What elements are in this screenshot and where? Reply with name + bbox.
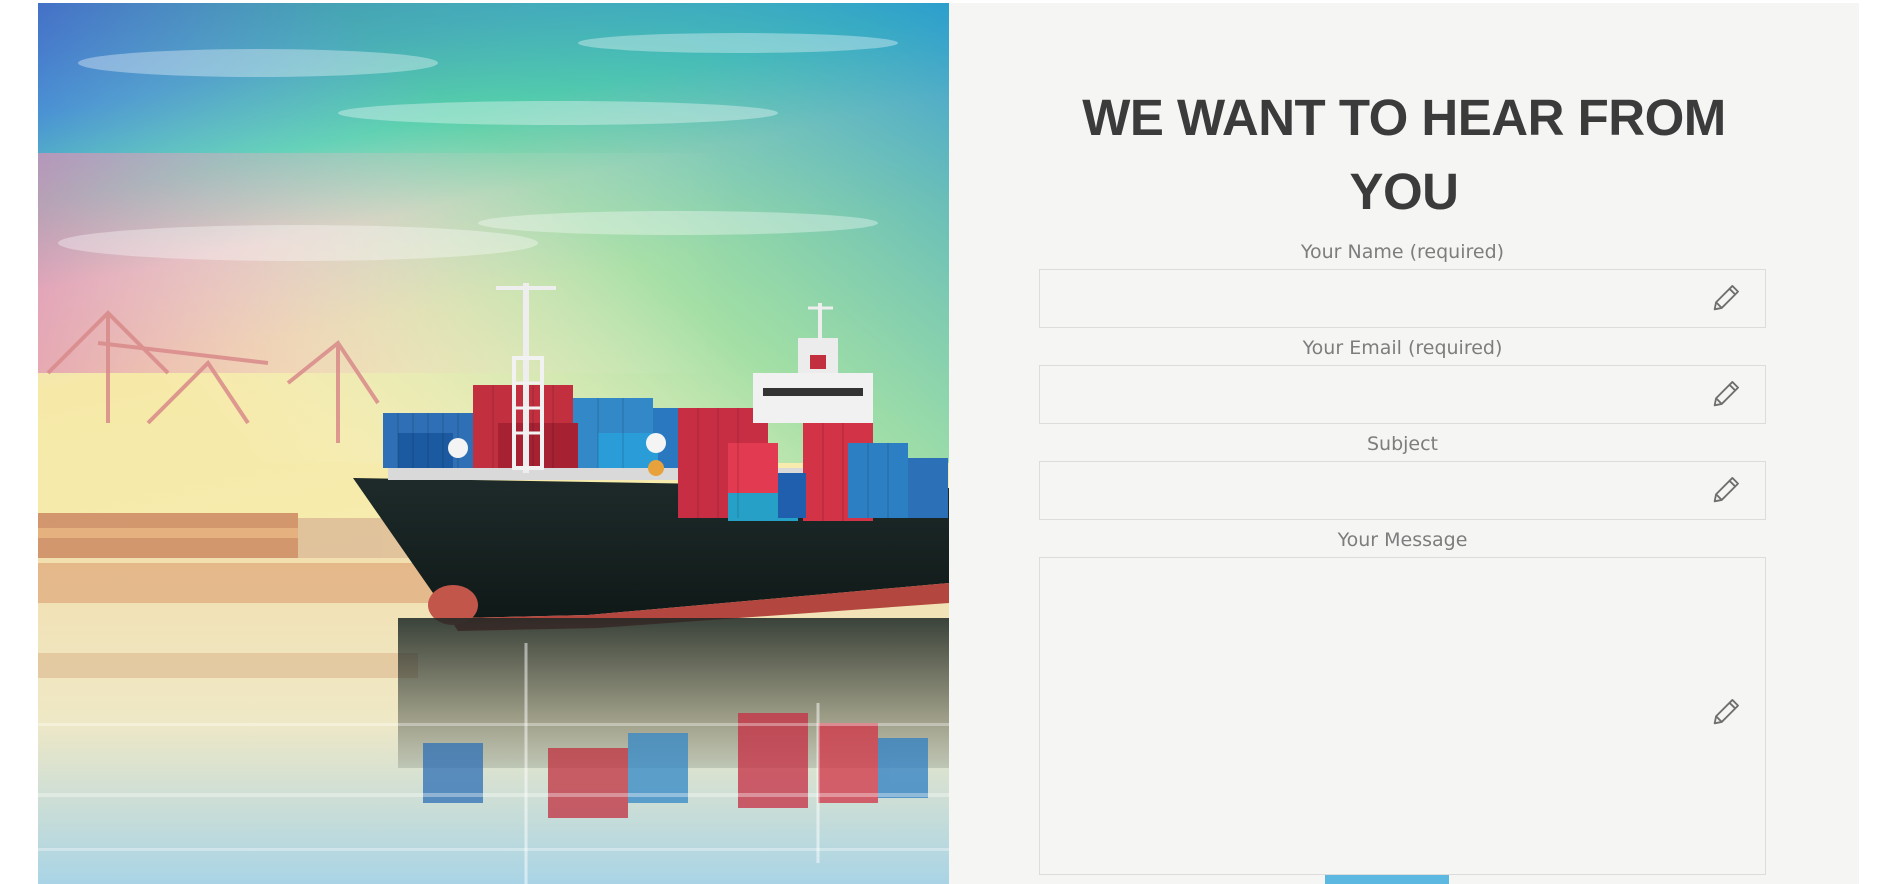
subject-field — [1039, 461, 1766, 520]
name-label: Your Name (required) — [1300, 241, 1505, 263]
email-input[interactable] — [1040, 366, 1765, 423]
pencil-icon — [1709, 695, 1743, 729]
message-textarea[interactable] — [1040, 558, 1765, 874]
pencil-icon — [1709, 281, 1743, 315]
hero-image — [38, 3, 949, 884]
email-field — [1039, 365, 1766, 424]
pencil-icon — [1709, 473, 1743, 507]
message-label: Your Message — [1337, 529, 1468, 551]
subject-input[interactable] — [1040, 462, 1765, 519]
form-heading: WE WANT TO HEAR FROM YOU — [1082, 89, 1726, 220]
submit-button[interactable] — [1325, 875, 1449, 884]
contact-form-panel: WE WANT TO HEAR FROM YOU Your Name (requ… — [949, 3, 1859, 884]
email-label: Your Email (required) — [1302, 337, 1503, 359]
name-field — [1039, 269, 1766, 328]
pencil-icon — [1709, 377, 1743, 411]
message-field — [1039, 557, 1766, 875]
name-input[interactable] — [1040, 270, 1765, 327]
page: WE WANT TO HEAR FROM YOU Your Name (requ… — [0, 0, 1892, 884]
subject-label: Subject — [1366, 433, 1439, 455]
